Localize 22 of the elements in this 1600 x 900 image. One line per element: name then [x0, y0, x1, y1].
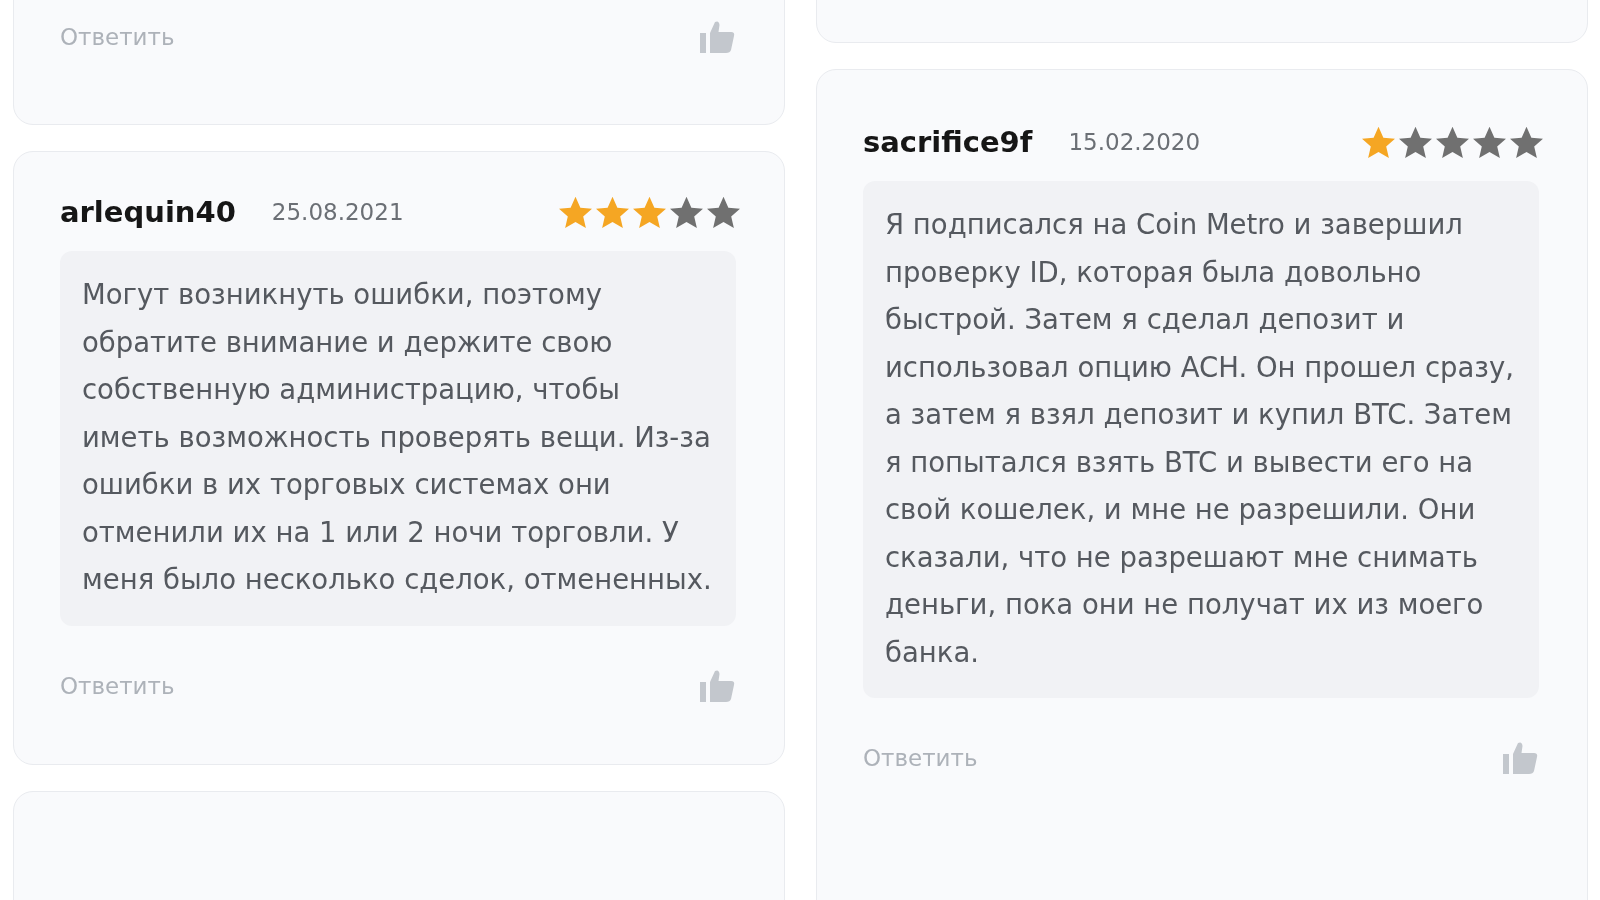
star-icon — [1399, 125, 1432, 159]
author-name: sacrifice9f — [863, 125, 1033, 159]
star-icon — [670, 195, 703, 229]
star-icon — [1510, 125, 1543, 159]
thumbs-up-icon[interactable] — [698, 19, 736, 55]
author-name: arlequin40 — [60, 195, 236, 229]
star-icon — [559, 195, 592, 229]
star-icon — [596, 195, 629, 229]
thumbs-up-icon[interactable] — [698, 667, 736, 704]
star-icon — [1362, 125, 1395, 159]
reply-link[interactable]: Ответить — [863, 745, 978, 771]
reply-link[interactable]: Ответить — [60, 24, 175, 50]
star-icon — [1473, 125, 1506, 159]
review-date: 15.02.2020 — [1068, 129, 1201, 155]
thumbs-up-icon[interactable] — [1501, 740, 1539, 776]
star-icon — [1436, 125, 1469, 159]
review-text: Я подписался на Coin Metro и завершил проверку ID, которая была довольно быстрой. Затем я сделал депозит и использовал опцию ACH. Он прошел сразу, а затем я взял депозит и купил BTC. Затем я попытался взять BTC и вывести его на свой кошелек, и мне не разрешили. Они сказали, что не разрешают мне снимать деньги, пока они не получат их из моего банка. — [863, 181, 1539, 698]
reply-link[interactable]: Ответить — [60, 672, 175, 699]
review-date: 25.08.2021 — [271, 199, 404, 225]
star-icon — [707, 195, 740, 229]
star-icon — [633, 195, 666, 229]
review-text: Могут возникнуть ошибки, поэтому обратите внимание и держите свою собственную администрацию, чтобы иметь возможность проверять вещи. Из-за ошибки в их торговых системах они отменили их на 1 или 2 ночи торговли. У меня было несколько сделок, отмененных. — [60, 251, 736, 626]
